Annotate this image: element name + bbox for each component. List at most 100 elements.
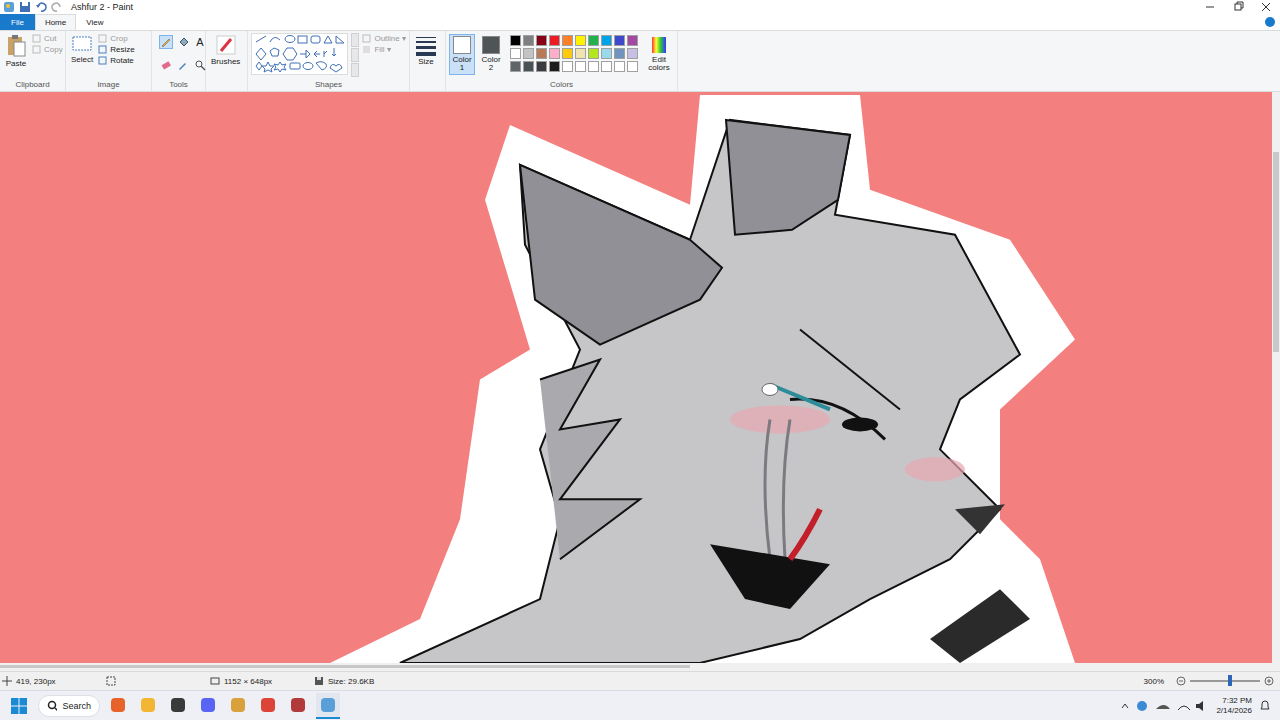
taskbar-search[interactable]: Search bbox=[38, 695, 100, 717]
palette-swatch[interactable] bbox=[601, 35, 612, 46]
palette-swatch[interactable] bbox=[627, 61, 638, 72]
tool-button[interactable] bbox=[159, 35, 173, 49]
palette-swatch[interactable] bbox=[601, 48, 612, 59]
palette-swatch[interactable] bbox=[614, 61, 625, 72]
edit-colors-button[interactable]: Edit colors bbox=[644, 34, 674, 75]
game-icon bbox=[289, 696, 307, 714]
help-icon[interactable] bbox=[1264, 16, 1276, 28]
clipboard-button[interactable]: Copy bbox=[32, 45, 63, 54]
size-button[interactable]: Size bbox=[413, 33, 439, 67]
disk-icon bbox=[314, 676, 324, 686]
size-group: Size bbox=[410, 31, 446, 91]
palette-swatch[interactable] bbox=[510, 61, 521, 72]
palette-swatch[interactable] bbox=[588, 35, 599, 46]
shapes-gallery-icon[interactable] bbox=[251, 33, 348, 75]
palette-swatch[interactable] bbox=[614, 35, 625, 46]
taskbar-app[interactable] bbox=[196, 693, 220, 719]
palette-swatch[interactable] bbox=[588, 61, 599, 72]
palette-swatch[interactable] bbox=[575, 61, 586, 72]
paste-button[interactable]: Paste bbox=[3, 33, 29, 69]
zoom-in-icon[interactable] bbox=[1264, 676, 1274, 686]
cursor-position-icon bbox=[2, 676, 12, 686]
palette-swatch[interactable] bbox=[575, 48, 586, 59]
palette-swatch[interactable] bbox=[523, 48, 534, 59]
vertical-scrollbar[interactable] bbox=[1272, 92, 1280, 663]
tool-button[interactable] bbox=[193, 58, 207, 72]
clipboard-button[interactable]: Cut bbox=[32, 34, 63, 43]
palette-swatch[interactable] bbox=[549, 48, 560, 59]
chat-icon bbox=[169, 696, 187, 714]
tool-button[interactable]: A bbox=[193, 35, 207, 49]
image-button[interactable]: Rotate bbox=[98, 56, 134, 65]
image-action-icon bbox=[98, 34, 107, 43]
horizontal-scrollbar[interactable] bbox=[0, 663, 1280, 671]
palette-swatch[interactable] bbox=[627, 35, 638, 46]
palette-swatch[interactable] bbox=[562, 48, 573, 59]
canvas-area bbox=[0, 92, 1280, 663]
palette-swatch[interactable] bbox=[627, 48, 638, 59]
palette-swatch[interactable] bbox=[601, 61, 612, 72]
windows-start-icon[interactable] bbox=[10, 697, 28, 715]
palette-swatch[interactable] bbox=[523, 61, 534, 72]
paint-logo-icon bbox=[3, 1, 15, 13]
zoom-out-icon[interactable] bbox=[1176, 676, 1186, 686]
outline-button[interactable]: Outline ▾ bbox=[362, 34, 406, 43]
zoom-slider[interactable] bbox=[1190, 680, 1260, 682]
firefox-icon bbox=[109, 696, 127, 714]
taskbar-app[interactable] bbox=[286, 693, 310, 719]
taskbar-app[interactable] bbox=[166, 693, 190, 719]
redo-icon[interactable] bbox=[51, 1, 63, 13]
clipboard-group: Paste CutCopy Clipboard bbox=[0, 31, 66, 91]
tool-button[interactable] bbox=[176, 58, 190, 72]
save-icon[interactable] bbox=[19, 1, 31, 13]
title-bar: Ashfur 2 - Paint bbox=[0, 0, 1280, 14]
taskbar-app[interactable] bbox=[106, 693, 130, 719]
canvas-image[interactable] bbox=[0, 92, 1272, 663]
fill-button[interactable]: Fill ▾ bbox=[362, 45, 406, 54]
palette-swatch[interactable] bbox=[510, 48, 521, 59]
taskbar-app[interactable] bbox=[136, 693, 160, 719]
palette-swatch[interactable] bbox=[549, 35, 560, 46]
fill-icon bbox=[177, 36, 189, 48]
select-button[interactable]: Select bbox=[69, 33, 95, 65]
clock[interactable]: 7:32 PM 2/14/2026 bbox=[1216, 696, 1252, 715]
brushes-button[interactable]: Brushes bbox=[209, 33, 242, 67]
chrome-icon bbox=[259, 696, 277, 714]
restore-icon[interactable] bbox=[1224, 1, 1252, 13]
taskbar-app[interactable] bbox=[316, 693, 340, 719]
palette-swatch[interactable] bbox=[523, 35, 534, 46]
palette-swatch[interactable] bbox=[562, 61, 573, 72]
palette-swatch[interactable] bbox=[510, 35, 521, 46]
taskbar-app[interactable] bbox=[256, 693, 280, 719]
tool-button[interactable] bbox=[176, 35, 190, 49]
image-button[interactable]: Crop bbox=[98, 34, 134, 43]
image-action-icon bbox=[98, 56, 107, 65]
menu-tab[interactable]: Home bbox=[35, 14, 76, 30]
palette-swatch[interactable] bbox=[549, 61, 560, 72]
image-button[interactable]: Resize bbox=[98, 45, 134, 54]
image-group: Select CropResizeRotate Image bbox=[66, 31, 152, 91]
select-icon bbox=[71, 34, 93, 54]
palette-swatch[interactable] bbox=[536, 48, 547, 59]
palette-swatch[interactable] bbox=[614, 48, 625, 59]
menu-tab[interactable]: File bbox=[0, 14, 35, 30]
minimize-icon[interactable] bbox=[1196, 1, 1224, 13]
tool-button[interactable] bbox=[159, 58, 173, 72]
palette-swatch[interactable] bbox=[536, 61, 547, 72]
notification-bell-icon[interactable] bbox=[1258, 699, 1272, 713]
color-slot-button[interactable]: Color 1 bbox=[449, 34, 475, 75]
palette-swatch[interactable] bbox=[562, 35, 573, 46]
taskbar-app[interactable] bbox=[226, 693, 250, 719]
palette-swatch[interactable] bbox=[575, 35, 586, 46]
palette-swatch[interactable] bbox=[536, 35, 547, 46]
tools-group: A Tools bbox=[152, 31, 206, 91]
paint-icon bbox=[319, 696, 337, 714]
palette-swatch[interactable] bbox=[588, 48, 599, 59]
search-icon bbox=[47, 700, 57, 712]
color-slot-button[interactable]: Color 2 bbox=[478, 34, 504, 75]
close-icon[interactable] bbox=[1252, 1, 1280, 13]
menu-tab[interactable]: View bbox=[76, 14, 113, 30]
undo-icon[interactable] bbox=[35, 1, 47, 13]
brushes-group: Brushes bbox=[206, 31, 248, 91]
system-tray-icon[interactable] bbox=[1120, 699, 1210, 713]
